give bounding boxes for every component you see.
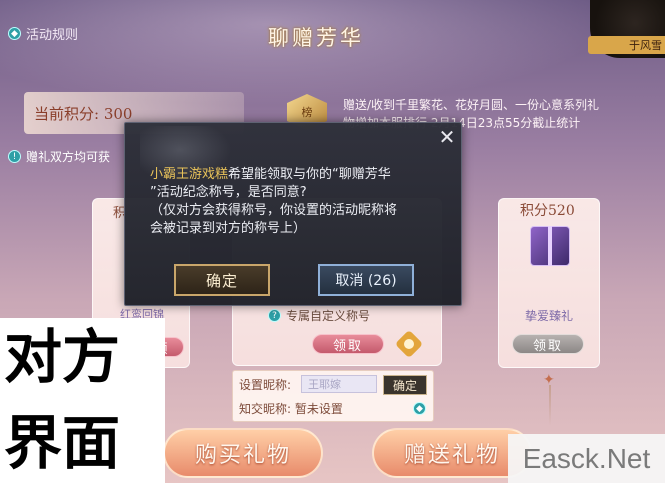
requester-name: 小霸王游戏糕 [150, 167, 229, 182]
custom-title-text: 专属自定义称号 [286, 309, 371, 323]
page-title: 聊赠芳华 [268, 26, 364, 50]
diamond-help-icon: ◆ [8, 27, 21, 40]
dialog-message-line1-rest: 希望能领取与你的“聊赠芳华 [228, 167, 391, 182]
event-info-line1: 赠送/收到千里繁花、花好月圆、一份心意系列礼 [343, 98, 600, 112]
nickname-help-icon[interactable]: ◆ [413, 402, 426, 415]
rules-link[interactable]: ◆ 活动规则 [8, 24, 78, 43]
claim-button-right[interactable]: 领取 [512, 334, 584, 354]
dialog-message: 小霸王游戏糕希望能领取与你的“聊赠芳华 ”活动纪念称号，是否同意? （仅对方会获… [150, 166, 440, 238]
dialog-message-line4: 会被记录到对方的称号上） [150, 221, 307, 236]
dialog-confirm-button[interactable]: 确定 [174, 264, 270, 296]
dialog-message-line1: 小霸王游戏糕希望能领取与你的“聊赠芳华 [150, 166, 440, 184]
close-icon[interactable]: ✕ [436, 126, 458, 148]
claim-button-middle[interactable]: 领取 [312, 334, 384, 354]
points-label: 当前积分: 300 [34, 104, 133, 123]
card-right-title: 积分520 [520, 203, 575, 219]
tip-icon: ! [8, 150, 21, 163]
buy-gift-button[interactable]: 购买礼物 [163, 428, 323, 478]
card-right-name: 挚爱臻礼 [525, 309, 574, 323]
decoration-line [549, 385, 551, 425]
caption-line2: 界面 [4, 409, 121, 477]
tip-row: ! 赠礼双方均可获 [8, 148, 110, 165]
corner-badge-label: 于风雪 [588, 36, 665, 54]
dialog-cancel-button[interactable]: 取消 (26) [318, 264, 414, 296]
friend-nickname-label: 知交昵称: 暂未设置 [239, 402, 343, 416]
settings-gear-center [404, 339, 414, 349]
rules-link-label: 活动规则 [26, 28, 79, 43]
watermark: Easck.Net [508, 434, 665, 483]
nickname-confirm-button[interactable]: 确定 [383, 375, 427, 395]
tip-text: 赠礼双方均可获 [26, 150, 111, 164]
set-nickname-label: 设置昵称: [239, 378, 292, 392]
help-icon[interactable]: ? [268, 309, 281, 322]
dialog-message-line2: ”活动纪念称号，是否同意? [150, 185, 307, 200]
custom-title-label: ? 专属自定义称号 [268, 307, 370, 324]
dialog-message-line3: （仅对方会获得称号，你设置的活动昵称将 [150, 203, 398, 218]
caption-line1: 对方 [4, 323, 121, 391]
gift-ribbon [548, 226, 552, 266]
nickname-input[interactable]: 王耶嫁 [301, 375, 377, 393]
